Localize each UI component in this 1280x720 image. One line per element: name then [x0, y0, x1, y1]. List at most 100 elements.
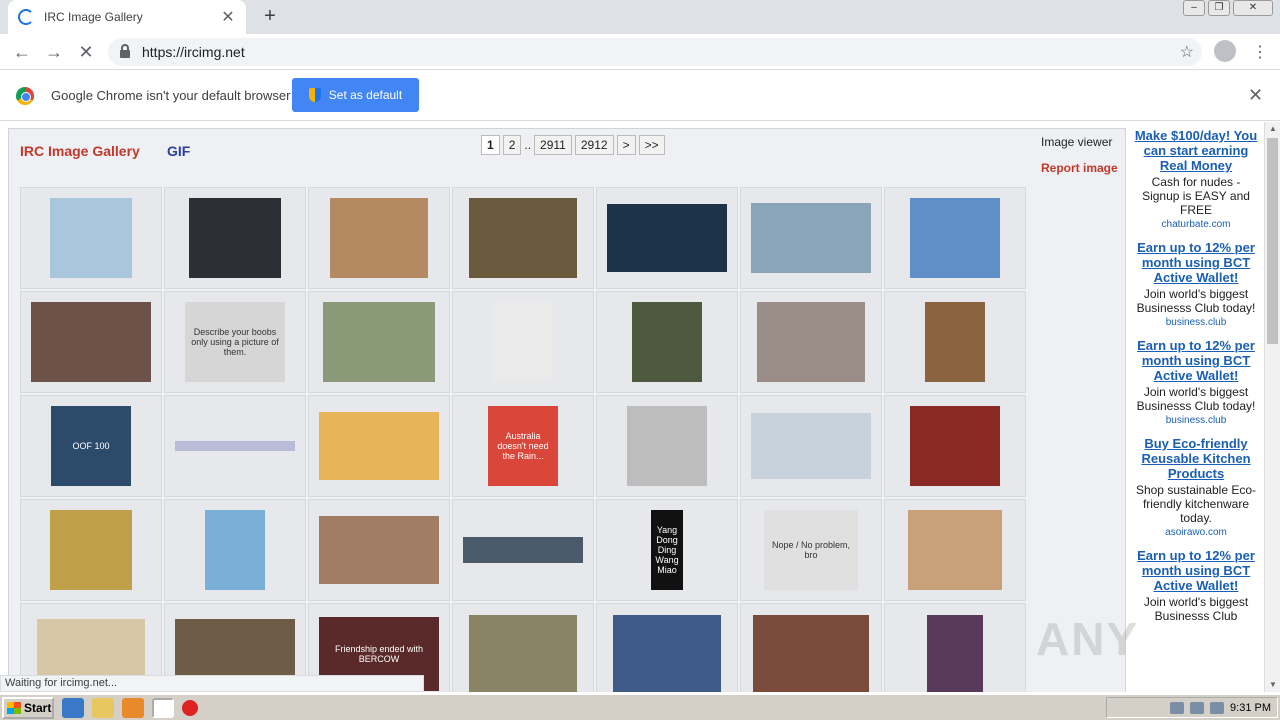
thumbnail-red-text-post[interactable]: Australia doesn't need the Rain...: [488, 406, 558, 486]
thumbnail-coast-map[interactable]: [205, 510, 265, 590]
scroll-down-icon[interactable]: ▼: [1265, 678, 1280, 692]
address-bar[interactable]: https://ircimg.net ☆: [108, 38, 1202, 66]
thumbnail-cell[interactable]: [164, 395, 306, 497]
thumbnail-woman-eating[interactable]: [31, 302, 151, 382]
scroll-up-icon[interactable]: ▲: [1265, 122, 1280, 136]
thumbnail-chart-list[interactable]: [493, 302, 553, 382]
thumbnail-cell[interactable]: Nope / No problem, bro: [740, 499, 882, 601]
maximize-icon[interactable]: ❐: [1208, 0, 1230, 16]
thumbnail-comic-spray[interactable]: [50, 510, 132, 590]
thumbnail-hotel-bed[interactable]: [757, 302, 865, 382]
window-close-icon[interactable]: ✕: [1233, 0, 1273, 16]
ad-title-link[interactable]: Earn up to 12% per month using BCT Activ…: [1132, 548, 1260, 593]
bookmark-star-icon[interactable]: ☆: [1180, 42, 1194, 62]
thumbnail-cell[interactable]: [884, 291, 1026, 393]
thumbnail-vision-car[interactable]: [607, 204, 727, 272]
back-icon[interactable]: ←: [6, 36, 38, 68]
thumbnail-cell[interactable]: [452, 291, 594, 393]
chrome-taskbar-icon[interactable]: [152, 697, 174, 718]
stop-icon[interactable]: ✕: [70, 36, 102, 68]
thumbnail-cell[interactable]: [452, 603, 594, 692]
thumbnail-kitchen-room[interactable]: [925, 302, 985, 382]
thumbnail-cat-meme[interactable]: [50, 198, 132, 278]
page-link-next[interactable]: >: [616, 135, 636, 155]
thumbnail-cell[interactable]: [20, 187, 162, 289]
ad-block[interactable]: Buy Eco-friendly Reusable Kitchen Produc…: [1128, 436, 1264, 538]
profile-avatar-icon[interactable]: [1214, 40, 1236, 62]
ad-domain[interactable]: business.club: [1132, 317, 1260, 328]
thumbnail-cell[interactable]: Australia doesn't need the Rain...: [452, 395, 594, 497]
menu-kebab-icon[interactable]: ⋮: [1252, 42, 1268, 62]
thumbnail-cell[interactable]: [308, 291, 450, 393]
thumbnail-desert-sunset[interactable]: [319, 516, 439, 584]
gallery-brand-link[interactable]: IRC Image Gallery: [20, 143, 140, 159]
thumbnail-oof-100[interactable]: OOF 100: [51, 406, 131, 486]
thumbnail-emoji-hand[interactable]: [319, 412, 439, 480]
thumbnail-horizon-strip[interactable]: [463, 537, 583, 563]
url-text[interactable]: https://ircimg.net: [142, 44, 245, 60]
thumbnail-cell[interactable]: [740, 187, 882, 289]
thumbnail-cell[interactable]: Yang Dong Ding Wang Miao: [596, 499, 738, 601]
ad-title-link[interactable]: Earn up to 12% per month using BCT Activ…: [1132, 240, 1260, 285]
minimize-icon[interactable]: –: [1183, 0, 1205, 16]
ad-title-link[interactable]: Buy Eco-friendly Reusable Kitchen Produc…: [1132, 436, 1260, 481]
report-image-link[interactable]: Report image: [1041, 161, 1118, 175]
network-icon[interactable]: [1170, 701, 1185, 714]
thumbnail-cell[interactable]: [20, 291, 162, 393]
start-button[interactable]: Start: [2, 696, 54, 719]
thumbnail-cell[interactable]: [740, 603, 882, 692]
thumbnail-cell[interactable]: Describe your boobs only using a picture…: [164, 291, 306, 393]
ad-block[interactable]: Earn up to 12% per month using BCT Activ…: [1128, 548, 1264, 623]
tab-ircimg[interactable]: IRC Image Gallery ✕: [8, 0, 246, 34]
tab-close-icon[interactable]: ✕: [220, 7, 236, 27]
thumbnail-cell[interactable]: OOF 100: [20, 395, 162, 497]
thumbnail-cell[interactable]: [452, 499, 594, 601]
thumbnail-cell[interactable]: [740, 291, 882, 393]
thumbnail-cartoon-drawing[interactable]: [627, 406, 707, 486]
thumbnail-cell[interactable]: [884, 499, 1026, 601]
media-player-icon[interactable]: [122, 697, 144, 718]
thumbnail-cell[interactable]: [884, 603, 1026, 692]
ad-domain[interactable]: asoirawo.com: [1132, 527, 1260, 538]
thumbnail-blastoise[interactable]: [910, 198, 1000, 278]
thumbnail-cake-meme[interactable]: [330, 198, 428, 278]
thumbnail-anime-girl[interactable]: [927, 615, 983, 692]
ad-title-link[interactable]: Make $100/day! You can start earning Rea…: [1132, 128, 1260, 173]
volume-icon[interactable]: [1190, 701, 1205, 714]
page-link-2911[interactable]: 2911: [534, 135, 572, 155]
thumbnail-cell[interactable]: [596, 395, 738, 497]
thumbnail-cell[interactable]: [308, 499, 450, 601]
thumbnail-armored-figure[interactable]: [632, 302, 702, 382]
ad-domain[interactable]: business.club: [1132, 415, 1260, 426]
thumbnail-cell[interactable]: [164, 499, 306, 601]
thumbnail-cell[interactable]: [164, 187, 306, 289]
thumbnail-cell[interactable]: [884, 395, 1026, 497]
thumbnail-cell[interactable]: [20, 499, 162, 601]
thumbnail-sleeping-man[interactable]: [613, 615, 721, 692]
thumbnail-rv-camper[interactable]: [751, 203, 871, 273]
avast-icon[interactable]: [182, 699, 198, 716]
page-link-2912[interactable]: 2912: [574, 135, 614, 155]
ie-icon[interactable]: [62, 697, 84, 718]
thumbnail-cell[interactable]: [596, 291, 738, 393]
page-scrollbar[interactable]: ▲ ▼: [1264, 122, 1280, 692]
ad-title-link[interactable]: Earn up to 12% per month using BCT Activ…: [1132, 338, 1260, 383]
lock-icon[interactable]: [120, 44, 130, 58]
ad-block[interactable]: Earn up to 12% per month using BCT Activ…: [1128, 240, 1264, 328]
forward-icon[interactable]: →: [38, 36, 70, 68]
thumbnail-breakfast-plate[interactable]: [469, 198, 577, 278]
ad-domain[interactable]: chaturbate.com: [1132, 219, 1260, 230]
set-as-default-button[interactable]: Set as default: [292, 78, 419, 112]
thumbnail-describe-text[interactable]: Describe your boobs only using a picture…: [185, 302, 285, 382]
ad-block[interactable]: Make $100/day! You can start earning Rea…: [1128, 128, 1264, 230]
gif-link[interactable]: GIF: [167, 143, 190, 159]
scroll-thumb[interactable]: [1267, 138, 1278, 344]
thumbnail-cell[interactable]: [884, 187, 1026, 289]
page-link-nextnext[interactable]: >>: [638, 135, 665, 155]
thumbnail-map-graph[interactable]: [751, 413, 871, 479]
thumbnail-cavalry-painting[interactable]: [469, 615, 577, 692]
thumbnail-cell[interactable]: [308, 187, 450, 289]
page-link-1[interactable]: 1: [481, 135, 500, 155]
thumbnail-cell[interactable]: [740, 395, 882, 497]
thumbnail-dark-text-screenshot[interactable]: [189, 198, 281, 278]
